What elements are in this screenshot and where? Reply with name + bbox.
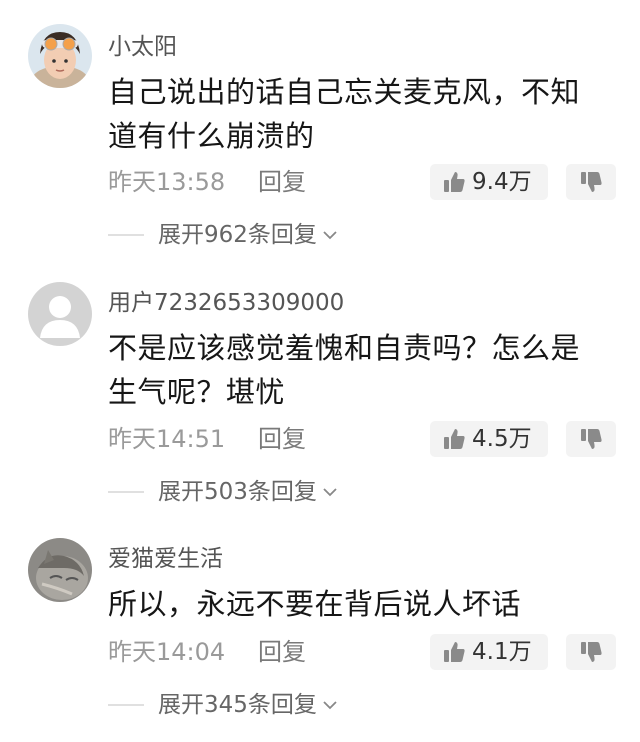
username[interactable]: 爱猫爱生活 [108, 545, 223, 573]
avatar[interactable] [28, 282, 92, 346]
divider-line [108, 704, 144, 706]
reply-button[interactable]: 回复 [258, 637, 306, 667]
username[interactable]: 用户7232653309000 [108, 289, 344, 317]
chevron-down-icon [323, 701, 337, 710]
thumbs-up-icon [444, 642, 465, 662]
expand-replies-label: 展开503条回复 [158, 479, 317, 505]
divider-line [108, 491, 144, 493]
chevron-down-icon [323, 231, 337, 240]
expand-replies-label: 展开962条回复 [158, 222, 317, 248]
username[interactable]: 小太阳 [108, 33, 177, 61]
dislike-button[interactable] [566, 634, 616, 670]
like-button[interactable]: 9.4万 [430, 164, 548, 200]
chevron-down-icon [323, 488, 337, 497]
avatar[interactable] [28, 24, 92, 88]
comment-text: 自己说出的话自己忘关麦克风，不知道有什么崩溃的 [108, 75, 581, 153]
comment-text: 所以，永远不要在背后说人坏话 [108, 587, 522, 621]
thumbs-down-icon [581, 429, 602, 449]
expand-replies-label: 展开345条回复 [158, 692, 317, 718]
expand-replies[interactable]: 展开345条回复 [108, 690, 339, 720]
expand-replies[interactable]: 展开962条回复 [108, 220, 339, 250]
like-count: 9.4万 [472, 169, 532, 195]
comment-item: 小太阳 自己说出的话自己忘关麦克风，不知道有什么崩溃的 昨天13:58 回复 9… [0, 0, 640, 260]
like-count: 4.1万 [472, 639, 532, 665]
like-count: 4.5万 [472, 426, 532, 452]
like-button[interactable]: 4.5万 [430, 421, 548, 457]
timestamp: 昨天13:58 [108, 168, 226, 196]
divider-line [108, 234, 144, 236]
timestamp: 昨天14:51 [108, 425, 226, 453]
thumbs-down-icon [581, 642, 602, 662]
thumbs-down-icon [581, 172, 602, 192]
comment-item: 用户7232653309000 不是应该感觉羞愧和自责吗？怎么是生气呢？堪忧 昨… [0, 260, 640, 520]
timestamp: 昨天14:04 [108, 638, 226, 666]
avatar[interactable] [28, 538, 92, 602]
reply-button[interactable]: 回复 [258, 424, 306, 454]
expand-replies[interactable]: 展开503条回复 [108, 477, 339, 507]
thumbs-up-icon [444, 429, 465, 449]
thumbs-up-icon [444, 172, 465, 192]
reply-button[interactable]: 回复 [258, 167, 306, 197]
comment-item: 爱猫爱生活 所以，永远不要在背后说人坏话 昨天14:04 回复 4.1万 展开3… [0, 520, 640, 742]
like-button[interactable]: 4.1万 [430, 634, 548, 670]
dislike-button[interactable] [566, 421, 616, 457]
dislike-button[interactable] [566, 164, 616, 200]
comment-text: 不是应该感觉羞愧和自责吗？怎么是生气呢？堪忧 [108, 331, 581, 409]
